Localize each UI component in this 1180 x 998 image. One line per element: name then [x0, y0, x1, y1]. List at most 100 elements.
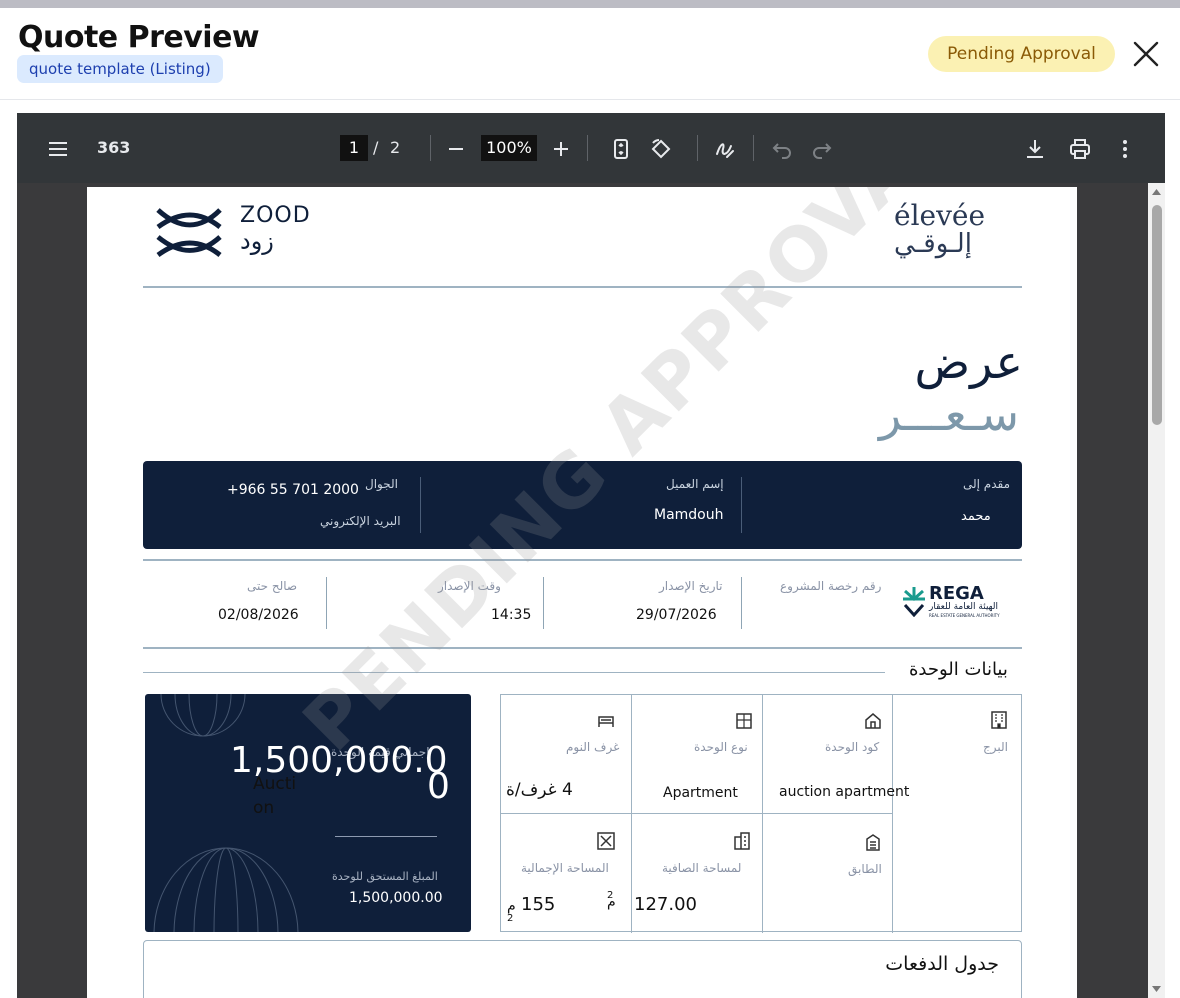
- pdf-viewer: 363 1 / 2 100% ZOOD زود élevée إلـوقـي ع…: [17, 113, 1165, 998]
- unit-details-grid: غرف النوم 4 غرف/ة نوع الوحدة Apartment ك…: [500, 694, 1022, 933]
- doc-title-line-2: سـعـــر: [878, 387, 1019, 441]
- rotate-button[interactable]: [649, 137, 673, 161]
- floor-label: الطابق: [848, 862, 882, 876]
- zoom-out-button[interactable]: [444, 137, 468, 161]
- presented-to-label: مقدم إلى: [963, 477, 1011, 491]
- price-card-divider: [335, 836, 437, 837]
- menu-button[interactable]: [46, 137, 70, 161]
- mobile-value: +966 55 701 2000: [227, 482, 359, 498]
- doc-title-line-1: عرض: [914, 335, 1023, 389]
- rotate-icon: [651, 139, 671, 159]
- dates-top-divider: [143, 559, 1022, 561]
- fit-page-icon: [614, 139, 628, 159]
- valid-until-value: 02/08/2026: [218, 607, 299, 623]
- unit-type-label: نوع الوحدة: [694, 740, 748, 754]
- pdf-page: ZOOD زود élevée إلـوقـي عرض سـعـــر +966…: [87, 187, 1077, 998]
- annotate-button[interactable]: [713, 137, 737, 161]
- tower-label: البرج: [983, 740, 1008, 754]
- client-info-box: +966 55 701 2000 الجوال البريد الإلكترون…: [143, 461, 1022, 549]
- bedrooms-value: 4 غرف/ة: [506, 780, 573, 800]
- page-separator: /: [373, 138, 379, 157]
- due-amount-label: المبلغ المستحق للوحدة: [332, 870, 438, 883]
- toolbar-divider: [587, 135, 588, 161]
- total-area-unit: م: [507, 898, 516, 914]
- toolbar-divider: [753, 135, 754, 161]
- net-area-cell: لمساحة الصافية 127.00 م 2: [607, 814, 763, 933]
- issue-time-value: 14:35: [491, 607, 532, 623]
- header-divider: [143, 286, 1022, 288]
- zood-logo-arabic: زود: [240, 227, 274, 255]
- fit-page-button[interactable]: [609, 137, 633, 161]
- building-icon: [736, 713, 752, 729]
- zoom-in-button[interactable]: [549, 137, 573, 161]
- issue-date-label: تاريخ الإصدار: [659, 579, 723, 593]
- dates-divider: [543, 577, 544, 629]
- rega-logo-subtitle: REAL ESTATE GENERAL AUTHORITY: [929, 613, 1000, 618]
- quote-preview-modal: Quote Preview quote template (Listing) P…: [0, 8, 1180, 998]
- rega-logo-arabic: الهيئة العامة للعقار: [929, 602, 999, 612]
- undo-icon: [772, 143, 791, 159]
- background-strip: [0, 0, 1180, 8]
- client-divider: [741, 477, 742, 533]
- bedrooms-label: غرف النوم: [566, 740, 620, 754]
- close-icon: [1133, 41, 1159, 67]
- unit-type-cell: نوع الوحدة Apartment: [632, 695, 763, 814]
- total-area-label: المساحة الإجمالية: [521, 861, 609, 875]
- issue-date-value: 29/07/2026: [636, 607, 717, 623]
- bed-icon: [598, 716, 614, 727]
- net-area-superscript: 2: [607, 890, 614, 901]
- scroll-up-icon[interactable]: [1151, 187, 1162, 196]
- download-button[interactable]: [1023, 137, 1047, 161]
- unit-code-label: كود الوحدة: [825, 740, 880, 754]
- pdf-scrollbar[interactable]: [1148, 183, 1165, 998]
- undo-button[interactable]: [770, 137, 794, 161]
- document-title: 363: [97, 138, 131, 157]
- annotate-icon: [716, 143, 734, 158]
- page-total: 2: [390, 138, 401, 157]
- client-name-label: إسم العميل: [666, 477, 724, 491]
- zood-logo-icon: [156, 208, 222, 258]
- modal-title: Quote Preview: [18, 20, 260, 55]
- zoom-in-icon: [554, 142, 568, 156]
- auction-label: Aucti: [253, 774, 297, 794]
- dates-bottom-divider: [143, 647, 1022, 649]
- status-badge: Pending Approval: [928, 36, 1115, 72]
- scrollbar-thumb[interactable]: [1152, 205, 1162, 425]
- pdf-toolbar: 363 1 / 2 100%: [17, 113, 1165, 183]
- net-area-icon: [734, 832, 750, 850]
- print-button[interactable]: [1068, 137, 1092, 161]
- unit-type-value: Apartment: [663, 785, 738, 801]
- home-icon: [865, 713, 881, 729]
- total-area-value: 155: [521, 894, 556, 915]
- unit-section-title: بيانات الوحدة: [909, 659, 1008, 680]
- floor-icon: [866, 834, 880, 851]
- payments-title: جدول الدفعات: [885, 953, 999, 975]
- rega-logo-text: REGA: [929, 583, 984, 604]
- total-area-cell: المساحة الإجمالية 155 م 2: [501, 814, 632, 933]
- scroll-down-icon[interactable]: [1151, 985, 1162, 994]
- valid-until-label: صالح حتى: [247, 579, 298, 593]
- print-icon: [1070, 139, 1090, 159]
- total-area-icon: [597, 832, 615, 850]
- redo-button[interactable]: [810, 137, 834, 161]
- toolbar-divider: [430, 135, 431, 161]
- license-label: رقم رخصة المشروع: [780, 579, 882, 593]
- presented-to-value: محمد: [961, 509, 991, 524]
- zoom-out-icon: [449, 148, 463, 150]
- floor-cell: الطابق: [763, 814, 893, 933]
- more-options-button[interactable]: [1113, 137, 1137, 161]
- payments-box: جدول الدفعات: [143, 940, 1022, 998]
- page-number-input[interactable]: 1: [340, 135, 368, 161]
- download-icon: [1027, 140, 1043, 158]
- bedrooms-cell: غرف النوم 4 غرف/ة: [501, 695, 632, 814]
- price-card: إجمالي قيمة الوحدة 1,500,000.0 0 Aucti o…: [145, 694, 471, 932]
- dates-divider: [741, 577, 742, 629]
- elevee-logo-text: élevée: [894, 199, 986, 232]
- zoom-level-input[interactable]: 100%: [481, 135, 537, 161]
- client-name-value: Mamdouh: [654, 507, 724, 523]
- dates-divider: [326, 577, 327, 629]
- close-button[interactable]: [1130, 38, 1162, 70]
- net-area-value: 127.00: [634, 894, 697, 915]
- more-icon: [1123, 140, 1127, 158]
- client-divider: [420, 477, 421, 533]
